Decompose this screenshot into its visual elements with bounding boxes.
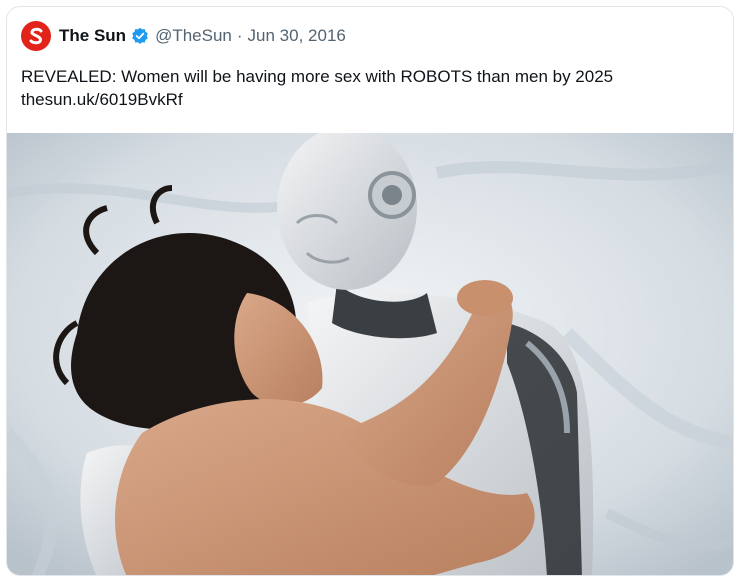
author-name[interactable]: The Sun: [59, 26, 126, 46]
the-sun-logo-icon[interactable]: [21, 21, 51, 51]
tweet-card[interactable]: The Sun @TheSun · Jun 30, 2016 REVEALED:…: [6, 6, 734, 576]
tweet-date[interactable]: Jun 30, 2016: [248, 26, 346, 46]
media-illustration: [7, 133, 733, 575]
author-handle[interactable]: @TheSun: [155, 26, 232, 46]
tweet-media-image[interactable]: [7, 133, 733, 575]
tweet-header: The Sun @TheSun · Jun 30, 2016: [21, 21, 719, 51]
tweet-text: REVEALED: Women will be having more sex …: [21, 65, 719, 111]
separator-dot: ·: [236, 26, 243, 45]
tweet-link[interactable]: thesun.uk/6019BvkRf: [21, 88, 719, 111]
verified-badge-icon: [131, 27, 149, 45]
tweet-body: REVEALED: Women will be having more sex …: [21, 67, 614, 86]
